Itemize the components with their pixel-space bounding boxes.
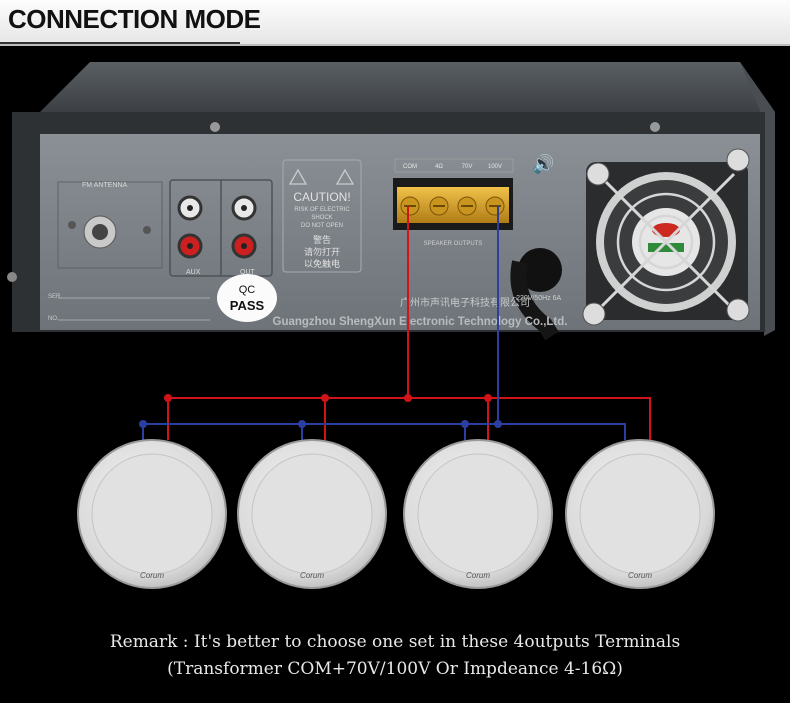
blue-junction: [139, 420, 147, 428]
ser-label: SER.: [48, 294, 62, 300]
terminal-label-100v: 100V: [488, 164, 502, 170]
fan: [582, 148, 750, 326]
screw-icon: [586, 162, 610, 186]
screw-icon: [210, 122, 220, 132]
header: CONNECTION MODE: [0, 0, 790, 46]
header-underline: [0, 42, 240, 44]
caution-cn-3: 以免触电: [304, 258, 340, 269]
qc-pass-sticker: QC PASS: [217, 274, 277, 322]
caution-text-2: SHOCK: [311, 215, 332, 221]
screw-icon: [726, 298, 750, 322]
screw-icon: [7, 272, 17, 282]
page-title: CONNECTION MODE: [8, 4, 261, 34]
company-name-cn: 广州市声讯电子科技有限公司: [400, 296, 530, 309]
ceiling-speaker-1: Corum: [77, 439, 227, 589]
caution-cn-1: 警告: [313, 234, 331, 245]
red-junction: [321, 394, 329, 402]
screw-icon: [143, 226, 151, 234]
ceiling-speakers: Corum Corum Corum Corum: [77, 439, 715, 589]
qc-label: QC: [239, 284, 256, 296]
blue-junction: [461, 420, 469, 428]
amplifier-top: [40, 62, 775, 112]
amplifier: FM ANTENNA AUX OUT SER. NO. QC PASS CAUT…: [7, 62, 775, 341]
ceiling-speaker-3: Corum: [403, 439, 553, 589]
caution-text-1: RISK OF ELECTRIC: [294, 207, 350, 213]
speaker-brand-logo: Corum: [466, 571, 490, 580]
speaker-outputs-label: SPEAKER OUTPUTS: [424, 241, 483, 247]
pass-label: PASS: [230, 298, 265, 313]
screw-icon: [650, 122, 660, 132]
remark-line-1: Remark : It's better to choose one set i…: [109, 632, 681, 652]
blue-junction: [494, 420, 502, 428]
aux-label: AUX: [186, 269, 201, 276]
red-junction: [164, 394, 172, 402]
connection-scene: FM ANTENNA AUX OUT SER. NO. QC PASS CAUT…: [7, 62, 775, 589]
screw-icon: [68, 221, 76, 229]
caution-cn-2: 请勿打开: [304, 246, 340, 257]
terminal-label-4ohm: 4Ω: [435, 164, 443, 170]
ceiling-speaker-2: Corum: [237, 439, 387, 589]
screw-icon: [582, 302, 606, 326]
screw-icon: [726, 148, 750, 172]
ceiling-speaker-4: Corum: [565, 439, 715, 589]
speaker-brand-logo: Corum: [300, 571, 324, 580]
speaker-icon: 🔊: [532, 153, 554, 175]
terminal-label-com: COM: [403, 164, 417, 170]
speaker-brand-logo: Corum: [140, 571, 164, 580]
caution-title: CAUTION!: [293, 190, 350, 204]
fm-antenna-label: FM ANTENNA: [82, 182, 127, 189]
red-junction: [484, 394, 492, 402]
speaker-brand-logo: Corum: [628, 571, 652, 580]
company-name-en: Guangzhou ShengXun Electronic Technology…: [273, 316, 568, 328]
no-label: NO.: [48, 316, 59, 322]
terminal-label-70v: 70V: [462, 164, 473, 170]
antenna-connector-core: [92, 224, 108, 240]
remark-line-2: (Transformer COM+70V/100V Or Impdeance 4…: [167, 659, 623, 679]
caution-text-3: DO NOT OPEN: [301, 223, 343, 229]
red-junction: [404, 394, 412, 402]
blue-junction: [298, 420, 306, 428]
